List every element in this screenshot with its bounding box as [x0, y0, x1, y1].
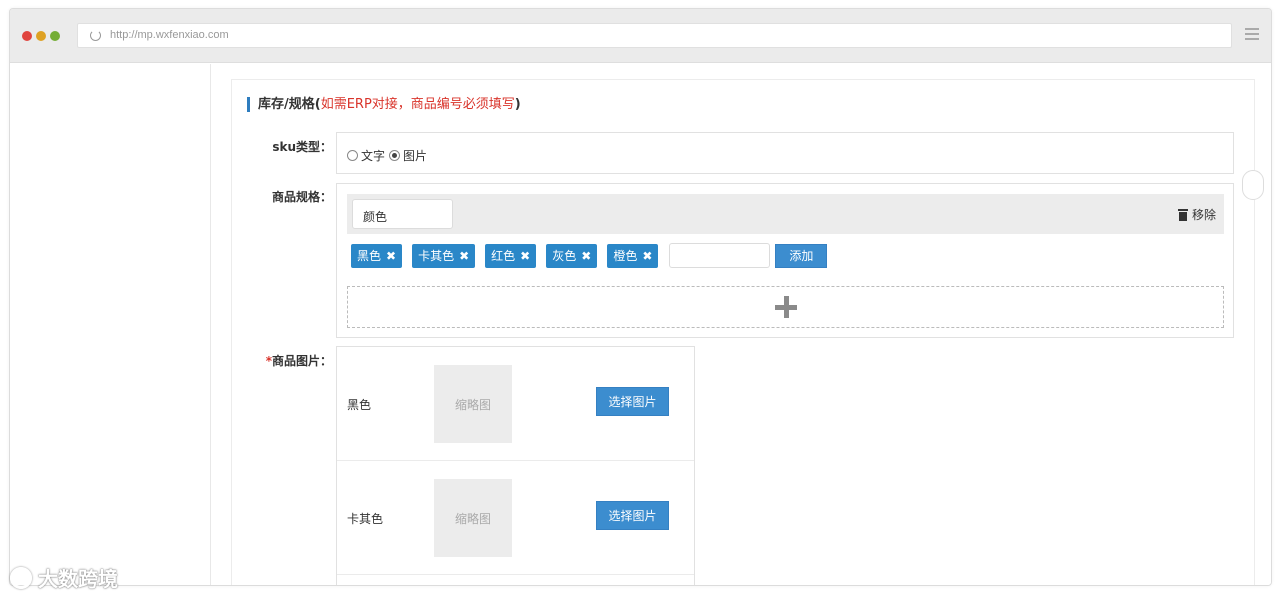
- reload-icon[interactable]: [90, 30, 101, 41]
- plus-icon: [774, 296, 797, 318]
- remove-label: 移除: [1191, 208, 1216, 222]
- sku-image-label[interactable]: 图片: [403, 147, 427, 164]
- spec-tag: 橙色 ✖: [607, 243, 659, 268]
- sku-type-label: sku类型：: [272, 140, 332, 154]
- choose-image-button[interactable]: 选择图片: [596, 501, 669, 530]
- image-row: 黑色 缩略图 选择图片: [337, 347, 694, 461]
- sku-image-radio[interactable]: [389, 150, 401, 161]
- add-tag-button[interactable]: 添加: [775, 243, 828, 268]
- spec-tags: 黑色 ✖ 卡其色 ✖ 红色 ✖ 灰色 ✖ 橙色 ✖ 添加: [351, 243, 828, 268]
- product-image-label-text: 商品图片：: [271, 354, 332, 368]
- remove-tag-icon[interactable]: ✖: [459, 249, 469, 263]
- new-tag-input[interactable]: [669, 243, 771, 268]
- remove-tag-icon[interactable]: ✖: [520, 249, 530, 263]
- browser-window: http://mp.wxfenxiao.com 库存/规格(如需ERP对接，商品…: [9, 8, 1272, 586]
- page-viewport: 库存/规格(如需ERP对接，商品编号必须填写) sku类型： 文字 图片 商品规…: [10, 64, 1271, 585]
- remove-tag-icon[interactable]: ✖: [642, 249, 652, 263]
- image-row: 卡其色 缩略图 选择图片: [337, 461, 694, 575]
- minimize-window-dot[interactable]: [36, 31, 46, 41]
- sku-text-radio[interactable]: [347, 150, 358, 161]
- tag-label: 红色: [491, 249, 516, 263]
- hamburger-menu-icon[interactable]: [1245, 28, 1259, 42]
- watermark-text: 大数跨境: [38, 567, 118, 591]
- maximize-window-dot[interactable]: [50, 31, 60, 41]
- section-title-close: ): [514, 97, 521, 112]
- close-window-dot[interactable]: [22, 31, 32, 41]
- collapse-toggle[interactable]: [1242, 170, 1264, 200]
- watermark-logo-icon: [10, 566, 32, 589]
- spec-name-input[interactable]: 颜色: [352, 199, 453, 229]
- add-spec-button[interactable]: [347, 286, 1224, 328]
- erp-warning-text: 如需ERP对接，商品编号必须填写: [320, 97, 515, 112]
- sku-text-label[interactable]: 文字: [361, 147, 385, 164]
- choose-image-button[interactable]: 选择图片: [596, 387, 669, 416]
- remove-spec-button[interactable]: 移除: [1177, 206, 1216, 223]
- browser-toolbar: http://mp.wxfenxiao.com: [10, 9, 1271, 63]
- spec-tag: 卡其色 ✖: [412, 243, 476, 268]
- spec-tag: 黑色 ✖: [351, 243, 403, 268]
- tag-label: 灰色: [552, 249, 577, 263]
- address-bar[interactable]: http://mp.wxfenxiao.com: [77, 23, 1232, 48]
- spec-box: 颜色 移除 黑色 ✖ 卡其色 ✖ 红色 ✖ 灰色 ✖ 橙色 ✖ 添加: [336, 183, 1234, 338]
- tag-label: 黑色: [357, 249, 382, 263]
- product-image-label: *商品图片：: [242, 352, 332, 369]
- watermark: 大数跨境: [10, 563, 118, 592]
- spec-tag: 红色 ✖: [485, 243, 537, 268]
- spec-label: 商品规格：: [271, 190, 332, 204]
- image-row-color: 卡其色: [347, 512, 384, 526]
- image-row-color: 黑色: [347, 398, 372, 412]
- thumbnail-placeholder: 缩略图: [434, 479, 512, 557]
- left-sidebar: [10, 64, 211, 585]
- sku-type-box: 文字 图片: [336, 132, 1234, 174]
- tag-label: 卡其色: [418, 249, 455, 263]
- spec-header: 颜色 移除: [347, 194, 1224, 234]
- product-image-box: 黑色 缩略图 选择图片 卡其色 缩略图 选择图片: [336, 346, 695, 585]
- tag-label: 橙色: [613, 249, 638, 263]
- section-title-text: 库存/规格(: [258, 97, 321, 112]
- inventory-spec-panel: 库存/规格(如需ERP对接，商品编号必须填写) sku类型： 文字 图片 商品规…: [231, 79, 1264, 585]
- remove-tag-icon[interactable]: ✖: [386, 249, 396, 263]
- thumbnail-placeholder: 缩略图: [434, 365, 512, 443]
- section-title: 库存/规格(如需ERP对接，商品编号必须填写): [247, 97, 521, 112]
- spec-tag: 灰色 ✖: [546, 243, 598, 268]
- remove-tag-icon[interactable]: ✖: [581, 249, 591, 263]
- url-text: http://mp.wxfenxiao.com: [110, 29, 229, 41]
- trash-icon: [1177, 208, 1188, 221]
